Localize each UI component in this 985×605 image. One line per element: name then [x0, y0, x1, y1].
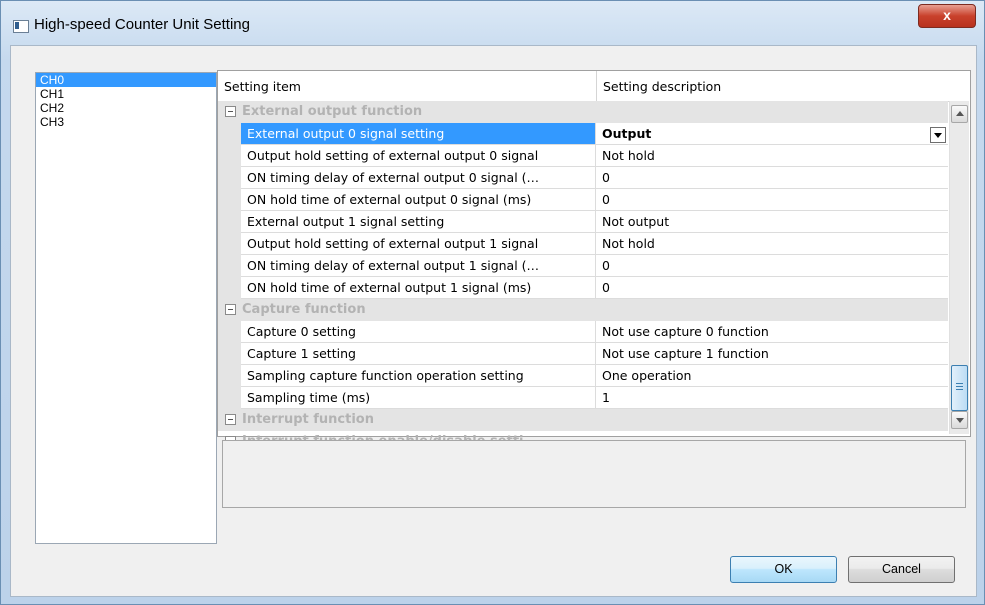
channel-item[interactable]: CH2 [36, 101, 216, 115]
setting-value[interactable]: Not use capture 0 function [596, 321, 948, 343]
title-bar[interactable]: High-speed Counter Unit Setting x [1, 1, 984, 43]
setting-name[interactable]: External output 1 signal setting [241, 211, 596, 233]
setting-row[interactable]: External output 0 signal setting Output [218, 123, 948, 145]
setting-name[interactable]: ON hold time of external output 0 signal… [241, 189, 596, 211]
setting-row[interactable]: Output hold setting of external output 1… [218, 233, 948, 255]
column-header-setting-description[interactable]: Setting description [597, 71, 943, 101]
collapse-icon[interactable] [225, 106, 236, 117]
setting-name[interactable]: ON timing delay of external output 1 sig… [241, 255, 596, 277]
vertical-scrollbar[interactable] [949, 101, 969, 434]
dropdown-arrow-icon[interactable] [930, 127, 946, 143]
setting-row[interactable]: ON hold time of external output 0 signal… [218, 189, 948, 211]
window-title: High-speed Counter Unit Setting [34, 16, 250, 33]
setting-row[interactable]: Output hold setting of external output 0… [218, 145, 948, 167]
scroll-up-icon[interactable] [951, 105, 968, 123]
setting-value[interactable]: 0 [596, 189, 948, 211]
setting-value[interactable]: Not hold [596, 145, 948, 167]
category-row[interactable]: External output function [218, 101, 948, 123]
setting-value[interactable]: Output [596, 123, 948, 145]
channel-item[interactable]: CH3 [36, 115, 216, 129]
app-icon [13, 20, 29, 33]
row-gutter [218, 189, 241, 211]
row-gutter [218, 365, 241, 387]
scroll-down-icon[interactable] [951, 411, 968, 429]
row-gutter [218, 255, 241, 277]
category-label: Capture function [242, 302, 366, 317]
setting-name[interactable]: ON timing delay of external output 0 sig… [241, 167, 596, 189]
setting-value[interactable]: 0 [596, 167, 948, 189]
setting-value[interactable]: Not output [596, 211, 948, 233]
description-panel [222, 440, 966, 508]
setting-value[interactable]: 0 [596, 255, 948, 277]
channel-list[interactable]: CH0 CH1 CH2 CH3 [35, 72, 217, 544]
setting-value[interactable]: Not hold [596, 233, 948, 255]
category-row[interactable]: Capture function [218, 299, 948, 321]
grid-header: Setting item Setting description [218, 71, 968, 102]
collapse-icon[interactable] [225, 304, 236, 315]
setting-value[interactable]: 1 [596, 387, 948, 409]
row-gutter [218, 167, 241, 189]
setting-name[interactable]: Capture 0 setting [241, 321, 596, 343]
setting-name[interactable]: Sampling time (ms) [241, 387, 596, 409]
cancel-button[interactable]: Cancel [848, 556, 955, 583]
category-label: External output function [242, 104, 423, 119]
row-gutter [218, 277, 241, 299]
setting-row[interactable]: Capture 1 setting Not use capture 1 funct… [218, 343, 948, 365]
category-label: Interrupt function [242, 412, 374, 427]
ok-button[interactable]: OK [730, 556, 837, 583]
close-button[interactable]: x [918, 4, 976, 28]
setting-row[interactable]: External output 1 signal setting Not outp… [218, 211, 948, 233]
setting-row[interactable]: ON timing delay of external output 0 sig… [218, 167, 948, 189]
setting-name[interactable]: ON hold time of external output 1 signal… [241, 277, 596, 299]
collapse-icon[interactable] [225, 414, 236, 425]
row-gutter [218, 123, 241, 145]
setting-row[interactable]: Sampling capture function operation sett… [218, 365, 948, 387]
row-gutter [218, 321, 241, 343]
scroll-thumb[interactable] [951, 365, 968, 411]
settings-grid: Setting item Setting description Externa… [217, 70, 971, 449]
dialog-window: High-speed Counter Unit Setting x CH0 CH1… [0, 0, 985, 605]
setting-row[interactable]: ON timing delay of external output 1 sig… [218, 255, 948, 277]
dialog-body: CH0 CH1 CH2 CH3 Setting item Setting descri… [10, 45, 977, 597]
row-gutter [218, 343, 241, 365]
setting-row[interactable]: ON hold time of external output 1 signal… [218, 277, 948, 299]
setting-row[interactable]: Sampling time (ms) 1 [218, 387, 948, 409]
row-gutter [218, 233, 241, 255]
setting-value[interactable]: Not use capture 1 function [596, 343, 948, 365]
setting-value[interactable]: One operation [596, 365, 948, 387]
row-gutter [218, 387, 241, 409]
setting-name[interactable]: Sampling capture function operation sett… [241, 365, 596, 387]
setting-name[interactable]: External output 0 signal setting [241, 123, 596, 145]
channel-item[interactable]: CH0 [36, 73, 216, 87]
channel-item[interactable]: CH1 [36, 87, 216, 101]
setting-value[interactable]: 0 [596, 277, 948, 299]
category-row[interactable]: Interrupt function [218, 409, 948, 431]
setting-name[interactable]: Output hold setting of external output 1… [241, 233, 596, 255]
setting-name[interactable]: Output hold setting of external output 0… [241, 145, 596, 167]
row-gutter [218, 211, 241, 233]
setting-row[interactable]: Capture 0 setting Not use capture 0 funct… [218, 321, 948, 343]
row-gutter [218, 145, 241, 167]
setting-name[interactable]: Capture 1 setting [241, 343, 596, 365]
column-header-setting-item[interactable]: Setting item [218, 71, 597, 101]
